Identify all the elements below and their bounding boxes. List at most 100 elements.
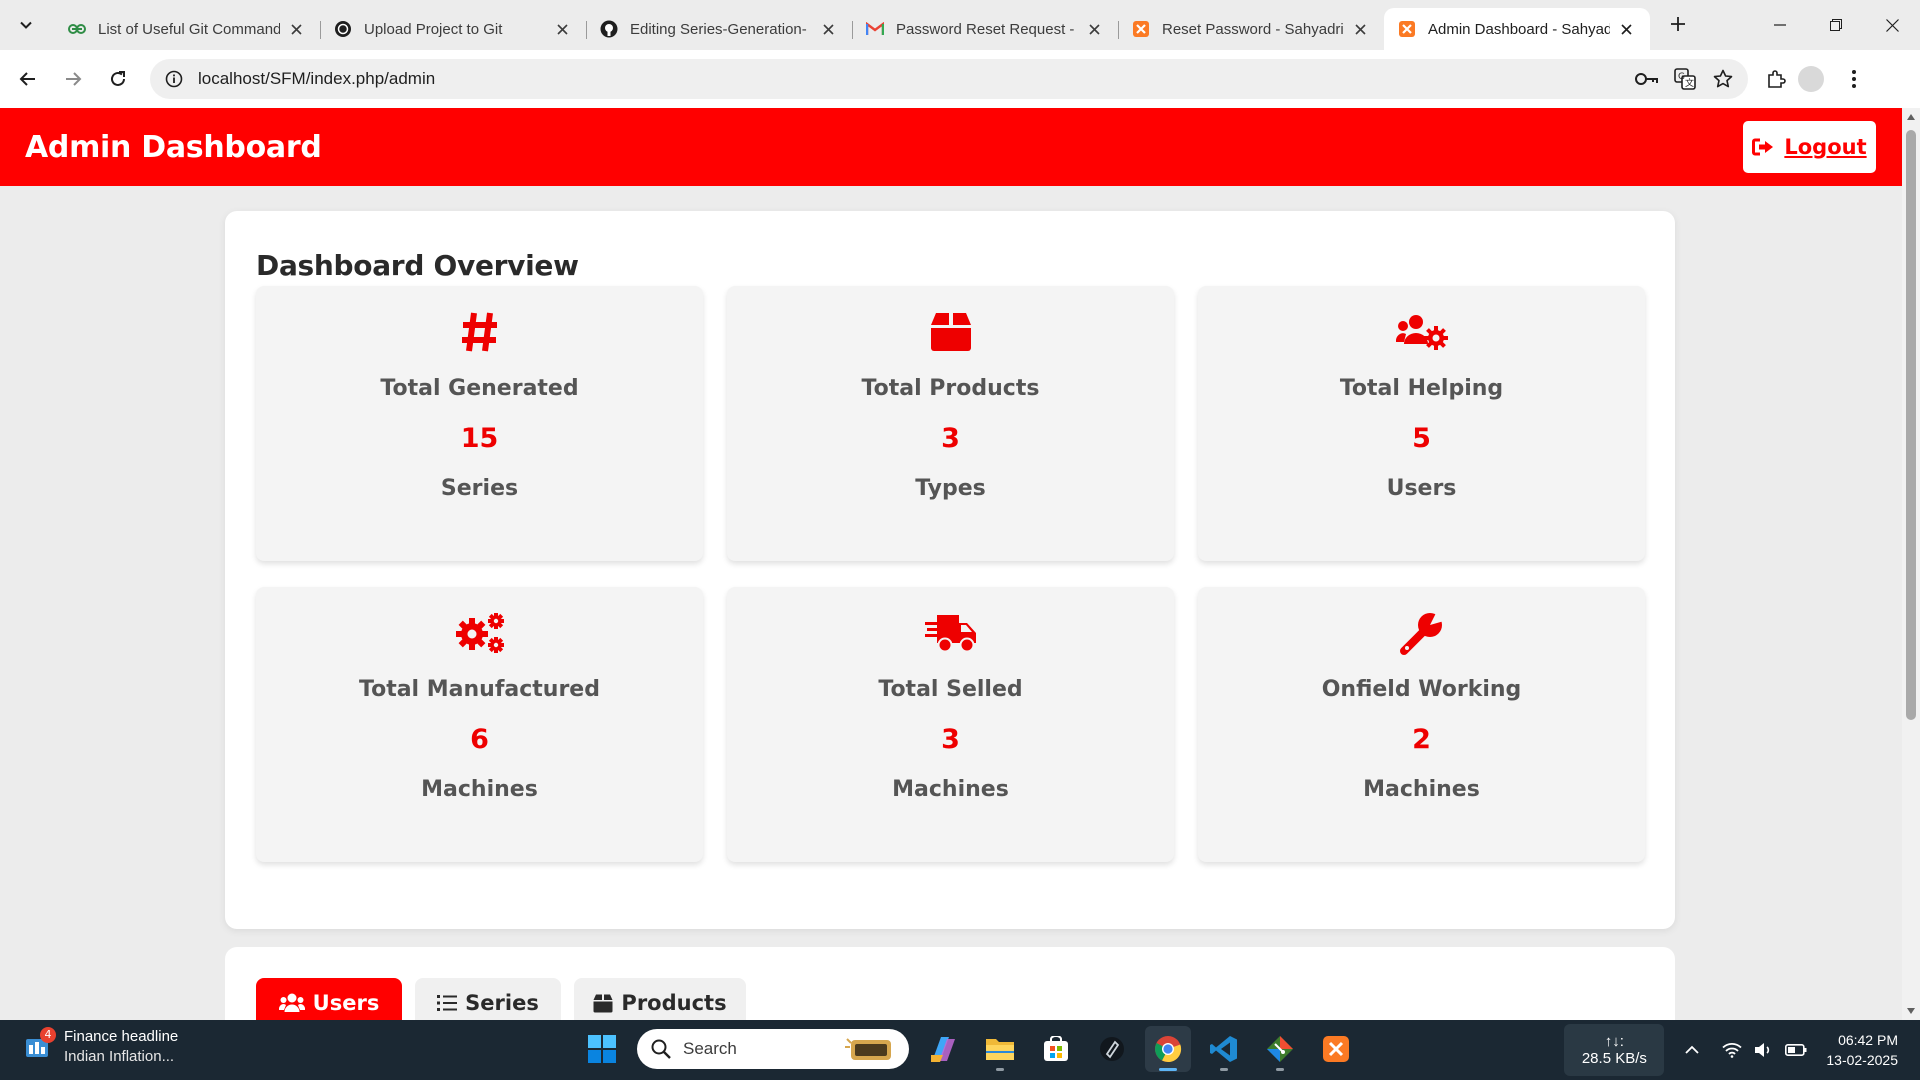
reload-icon [111,71,125,86]
close-window-button[interactable] [1864,0,1920,50]
close-tab-icon[interactable] [552,19,572,39]
stat-unit: Machines [421,777,538,802]
forward-button[interactable] [53,59,93,99]
taskbar-search[interactable]: Search [637,1029,909,1069]
start-button[interactable] [579,1026,625,1072]
stat-unit: Machines [1363,777,1480,802]
stat-card-total-products: Total Products 3 Types [727,286,1174,561]
chrome-app[interactable] [1145,1026,1191,1072]
stat-card-total-selled: Total Selled 3 Machines [727,587,1174,862]
extensions-button[interactable] [1756,59,1796,99]
close-tab-icon[interactable] [1350,19,1370,39]
minimize-icon [1774,24,1786,26]
tab-products[interactable]: Products [574,978,746,1020]
address-bar[interactable]: localhost/SFM/index.php/admin G文 [150,59,1748,99]
browser-menu-button[interactable] [1834,59,1874,99]
close-tab-icon[interactable] [286,19,306,39]
bookmark-star-icon[interactable] [1704,60,1742,98]
box-icon [930,308,972,356]
close-tab-icon[interactable] [1084,19,1104,39]
xampp-icon [1398,20,1416,38]
profile-avatar[interactable] [1798,66,1824,92]
volume-icon[interactable] [1750,1036,1778,1064]
xampp-icon [1132,20,1150,38]
translate-icon[interactable]: G文 [1666,60,1704,98]
box-icon [593,994,613,1012]
browser-tab-active[interactable]: Admin Dashboard - Sahyadri [1384,8,1650,50]
chevron-down-icon [20,21,32,29]
tab-users[interactable]: Users [256,978,402,1020]
stat-card-total-helping: Total Helping 5 Users [1198,286,1645,561]
close-tab-icon[interactable] [1616,19,1636,39]
scroll-up-icon[interactable] [1906,112,1916,122]
tab-label: Users [312,991,380,1015]
logout-button[interactable]: Logout [1743,121,1876,173]
restore-button[interactable] [1808,0,1864,50]
browser-tab-strip: List of Useful Git Commands Upload Proje… [0,0,1920,50]
browser-tab[interactable]: Upload Project to Git [320,8,586,50]
web-page: Admin Dashboard Logout Dashboard Overvie… [0,108,1902,1020]
kebab-menu-icon [1852,70,1856,88]
show-hidden-icons-button[interactable] [1678,1036,1706,1064]
battery-icon[interactable] [1782,1036,1810,1064]
stat-label: Total Products [861,376,1040,401]
url-text[interactable]: localhost/SFM/index.php/admin [198,69,1628,89]
tab-title: Upload Project to Git [364,20,503,38]
clock-date: 13-02-2025 [1826,1052,1898,1068]
browser-tab[interactable]: Password Reset Request - [852,8,1118,50]
stat-unit: Machines [892,777,1009,802]
taskbar-search-placeholder: Search [683,1039,737,1058]
scrollbar-thumb[interactable] [1906,130,1916,720]
store-app[interactable] [1033,1026,1079,1072]
browser-tab[interactable]: Editing Series-Generation- [586,8,852,50]
site-info-icon[interactable] [162,67,186,91]
stat-label: Total Generated [380,376,579,401]
pen-tool-icon [1100,1037,1124,1061]
page-scrollbar[interactable] [1902,108,1920,1020]
browser-tab[interactable]: Reset Password - Sahyadri [1118,8,1384,50]
stat-label: Total Helping [1339,376,1504,401]
network-speed-widget[interactable]: ↑↓: 28.5 KB/s [1564,1024,1665,1076]
windows-start-icon [588,1035,616,1063]
tab-title: Password Reset Request - [896,20,1075,38]
stat-label: Onfield Working [1321,677,1522,702]
minimize-button[interactable] [1752,0,1808,50]
stat-card-total-manufactured: Total Manufactured 6 Machines [256,587,703,862]
pen-app[interactable] [1089,1026,1135,1072]
reload-button[interactable] [98,59,138,99]
browser-toolbar: localhost/SFM/index.php/admin G文 [0,50,1920,108]
windows-taskbar: 4 Finance headline Indian Inflation... S… [0,1020,1920,1080]
logout-label: Logout [1784,135,1867,159]
file-explorer-app[interactable] [977,1026,1023,1072]
users-cog-icon [1395,308,1448,356]
wifi-icon[interactable] [1718,1036,1746,1064]
stat-label: Total Manufactured [359,677,600,702]
password-key-icon[interactable] [1628,60,1666,98]
news-widget[interactable]: 4 Finance headline Indian Inflation... [24,1026,179,1065]
tab-series[interactable]: Series [415,978,561,1020]
users-icon [278,993,305,1012]
tab-search-button[interactable] [8,7,44,43]
system-clock[interactable]: 06:42 PM 13-02-2025 [1826,1030,1898,1070]
news-title: Finance headline [64,1028,179,1045]
net-speed-value: 28.5 KB/s [1581,1050,1647,1067]
close-tab-icon[interactable] [818,19,838,39]
new-tab-button[interactable] [1660,6,1696,42]
stat-card-onfield-working: Onfield Working 2 Machines [1198,587,1645,862]
copilot-app[interactable] [921,1026,967,1072]
scroll-down-icon[interactable] [1906,1006,1916,1016]
xampp-app[interactable] [1313,1026,1359,1072]
svg-text:G: G [1678,72,1685,82]
stat-label: Total Selled [878,677,1023,702]
chevron-up-icon [1685,1045,1700,1054]
dashboard-overview: Dashboard Overview Total Generated 15 Se… [225,211,1675,929]
search-highlight-icon [845,1038,891,1060]
back-button[interactable] [8,59,48,99]
git-app[interactable] [1257,1026,1303,1072]
chrome-icon [1155,1036,1182,1063]
browser-tab[interactable]: List of Useful Git Commands [54,8,320,50]
hashtag-icon [461,308,499,356]
system-tray: ↑↓: 28.5 KB/s 06:42 PM 13-02-2025 [1564,1020,1920,1080]
tab-label: Products [621,991,727,1015]
vscode-app[interactable] [1201,1026,1247,1072]
